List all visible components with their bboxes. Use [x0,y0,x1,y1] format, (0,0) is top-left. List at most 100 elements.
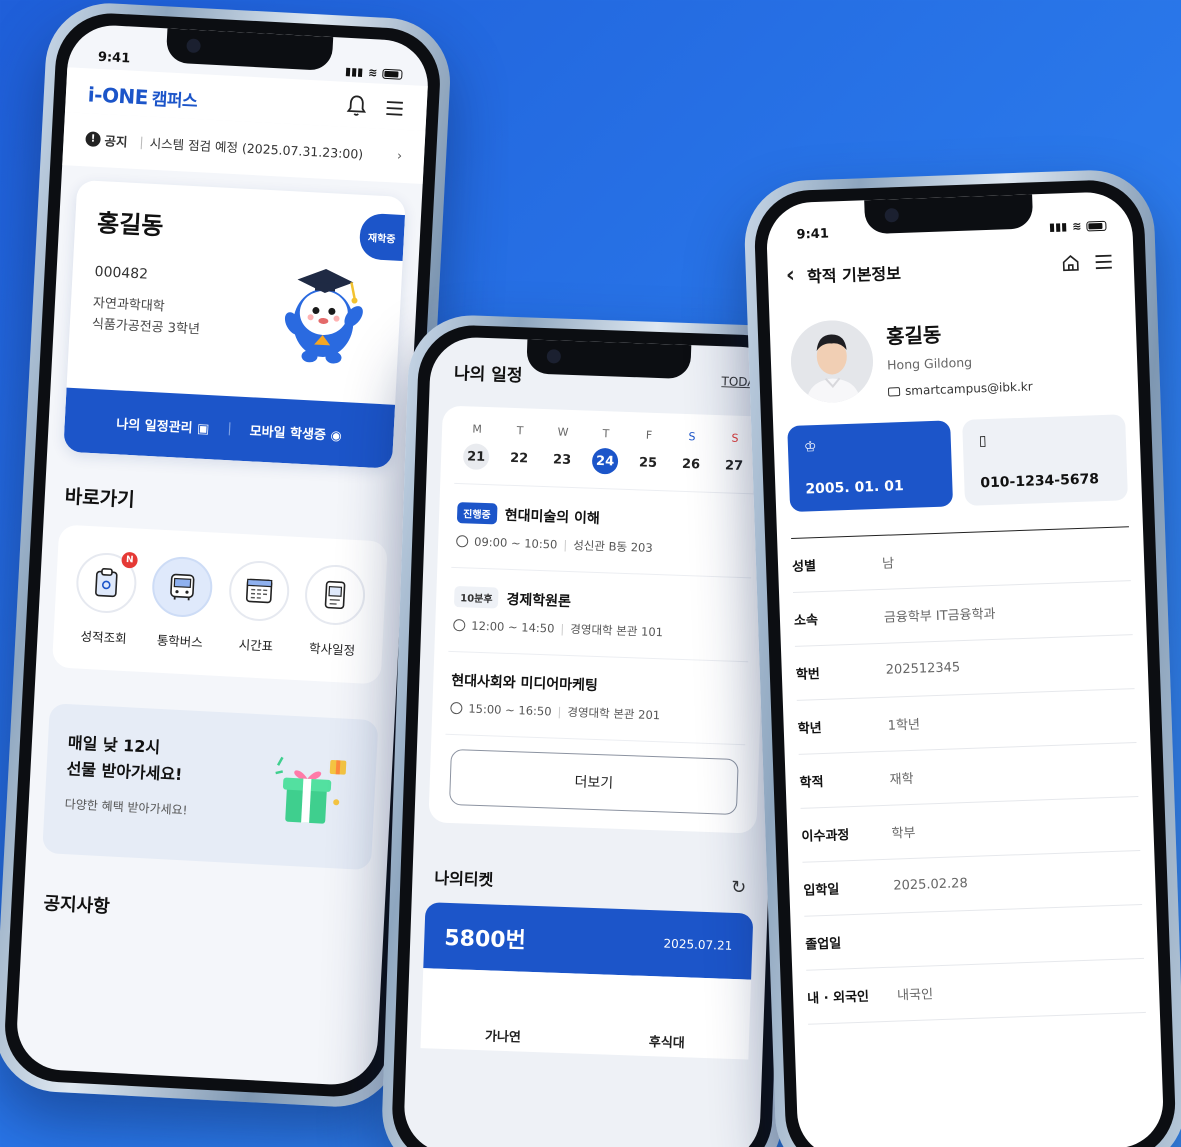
birthday-card: ♔ 2005. 01. 01 [787,420,954,513]
event-time: 09:00 ~ 10:50 [473,534,558,552]
weekday-label: W [557,425,569,439]
event-place: 경영대학 본관 201 [567,705,661,723]
wifi-icon: ≋ [367,65,378,80]
schedule-card: M 21 T 22 W 23 T 24 F 25 S 26 S 27 진행중 현대미술의 이해 [428,405,771,834]
event-status-tag: 진행중 [456,502,498,525]
day-tue[interactable]: T 22 [504,424,536,472]
cake-icon: ♔ [803,439,817,456]
detail-key: 이수과정 [801,828,850,845]
date-number: 22 [509,450,529,466]
date-number: 27 [724,457,744,474]
smartphone-icon: ▯ [978,433,987,450]
event-time-row: 12:00 ~ 14:50 | 경영대학 본관 101 [453,617,745,643]
ticket-number: 5800번 [443,925,527,954]
menu-icon[interactable] [384,97,405,122]
shortcut-timetable[interactable]: 시간표 [223,559,294,655]
shortcut-academic-calendar[interactable]: 학사일정 [299,563,370,659]
gift-promo-banner[interactable]: 매일 낮 12시 선물 받아가세요! 다양한 혜택 받아가세요! [42,703,379,871]
event-name: 현대사회와 미디어마케팅 [451,672,599,695]
info-cards: ♔ 2005. 01. 01 ▯ 010-1234-5678 [773,414,1142,513]
gift-box-icon [275,756,347,824]
student-id-card[interactable]: 홍길동 000482 자연과학대학 식품가공전공 3학년 재학중 나의 일정관리… [63,179,406,469]
chevron-right-icon: › [396,147,403,163]
mobile-id-button[interactable]: 모바일 학생증 ◉ [249,420,342,444]
schedule-event[interactable]: 현대사회와 미디어마케팅 15:00 ~ 16:50 | 경영대학 본관 201 [445,651,749,746]
academic-detail-table: 성별 남 소속 금융학부 IT금융학과 학번 202512345 학년 1학년 학적 재학… [791,526,1146,1025]
my-schedule-button[interactable]: 나의 일정관리 ▣ [116,413,210,437]
weekday-label: S [731,431,739,445]
ticket-column-1: 가나연 [484,1029,522,1046]
event-time-row: 09:00 ~ 10:50 | 성신관 B동 203 [455,533,748,559]
phone-bezel: 나의 일정 TODAY M 21 T 22 W 23 T 24 F 25 S 26 S 27 … [390,323,800,1147]
shortcut-bus[interactable]: 통학버스 [146,555,217,651]
day-sat[interactable]: S 26 [676,430,708,478]
schedule-event[interactable]: 10분후 경제학원론 12:00 ~ 14:50 | 경영대학 본관 101 [448,567,752,663]
page-title: 학적 기본정보 [806,263,902,286]
schedule-event[interactable]: 진행중 현대미술의 이해 09:00 ~ 10:50 | 성신관 B동 203 [451,483,755,579]
status-time: 9:41 [97,49,131,67]
app-bar-icons [346,94,405,124]
mobile-id-label: 모바일 학생증 [249,423,327,443]
detail-value: 학부 [891,825,916,842]
event-time: 12:00 ~ 14:50 [471,618,555,636]
more-button[interactable]: 더보기 [448,748,739,815]
date-number: 25 [638,454,658,471]
notice-tag-label: 공지 [104,133,128,150]
notch [526,339,692,380]
day-sun[interactable]: S 27 [719,431,751,479]
bell-icon[interactable] [346,94,367,122]
shortcut-label: 학사일정 [308,640,356,659]
home-icon[interactable] [1061,254,1080,278]
screen-schedule: 나의 일정 TODAY M 21 T 22 W 23 T 24 F 25 S 26 S 27 … [402,336,788,1147]
calendar-icon: ▣ [196,421,210,437]
refresh-icon[interactable]: ↻ [731,876,747,898]
day-wed[interactable]: W 23 [547,425,579,473]
clock-icon [455,535,469,548]
battery-icon [1086,220,1107,231]
detail-value: 남 [881,556,895,572]
detail-key: 학번 [795,667,821,683]
notice-text: 시스템 점검 예정 (2025.07.31.23:00) [149,135,364,162]
shortcut-label: 시간표 [238,636,274,654]
chevron-left-icon[interactable]: ‹ [786,263,796,288]
day-mon[interactable]: M 21 [461,422,493,471]
shortcut-timetable-circle [227,559,291,623]
detail-value: 금융학부 IT금융학과 [883,606,996,626]
profile-name: 홍길동 [885,322,942,349]
status-icons: ▮▮▮ ≋ [345,65,403,81]
phone-bezel: 9:41 ▮▮▮ ≋ i-ONE 캠퍼스 ! 공지 | 시스템 점검 예정 (2… [2,10,443,1100]
timetable-icon [245,578,272,604]
ticket-card[interactable]: 5800번 2025.07.21 [423,902,754,980]
profile-email-row: smartcampus@ibk.kr [887,379,1033,398]
avatar [789,319,875,404]
day-thu[interactable]: T 24 [590,427,622,475]
student-name: 홍길동 [96,209,165,241]
menu-icon[interactable] [1093,253,1114,277]
phone-schedule: 나의 일정 TODAY M 21 T 22 W 23 T 24 F 25 S 26 S 27 … [380,313,810,1147]
date-number: 26 [681,456,701,472]
date-number: 23 [552,451,572,468]
phone-campus-home: 9:41 ▮▮▮ ≋ i-ONE 캠퍼스 ! 공지 | 시스템 점검 예정 (2… [0,0,454,1110]
event-separator: | [560,621,565,636]
my-schedule-label: 나의 일정관리 [115,416,193,436]
profile-header: 홍길동 Hong Gildong smartcampus@ibk.kr [769,286,1139,427]
event-separator: | [557,704,562,719]
app-logo[interactable]: i-ONE 캠퍼스 [87,81,198,112]
weekday-label: S [688,430,696,444]
screen-campus-home: 9:41 ▮▮▮ ≋ i-ONE 캠퍼스 ! 공지 | 시스템 점검 예정 (2… [14,23,431,1087]
shortcut-grades[interactable]: N 성적조회 [70,551,141,647]
schedule-title: 나의 일정 [453,363,523,387]
notice-separator: | [139,134,145,150]
birthday-value: 2005. 01. 01 [805,478,904,498]
shortcut-grid: N 성적조회 통학버스 시간표 학사일정 [51,524,388,685]
event-title-row: 현대사회와 미디어마케팅 [451,670,744,700]
detail-value: 202512345 [885,660,961,678]
new-badge: N [121,551,139,569]
enrollment-status-badge: 재학중 [358,212,406,262]
detail-value: 2025.02.28 [893,876,968,894]
ticket-section-title: 나의티켓 [434,868,494,890]
mascot-illustration [284,269,363,364]
event-time: 15:00 ~ 16:50 [468,701,552,719]
day-fri[interactable]: F 25 [633,428,665,476]
ticket-header: 나의티켓 ↻ [412,822,771,914]
